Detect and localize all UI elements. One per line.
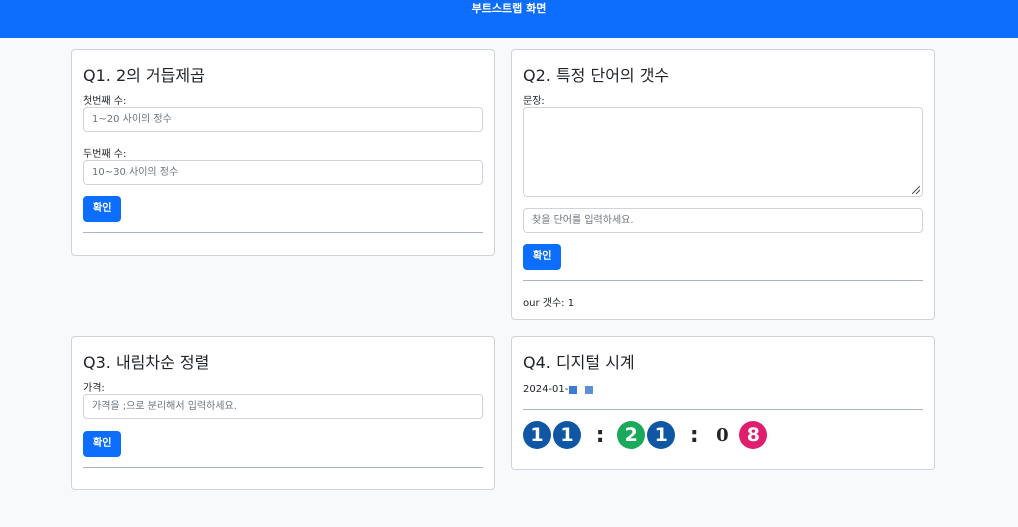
q2-divider bbox=[523, 280, 923, 281]
digital-clock: 11 : 21 : 08 bbox=[523, 421, 769, 449]
clock-minute-tens: 2 bbox=[617, 421, 646, 449]
q1-card: Q1. 2의 거듭제곱 첫번째 수: 1~20 사이의 정수 두번째 수: 10… bbox=[71, 49, 495, 256]
q1-second-input[interactable]: 10~30 사이의 정수 bbox=[83, 160, 483, 185]
q3-confirm-button[interactable]: 확인 bbox=[83, 431, 122, 457]
q2-result: our 갯수: 1 bbox=[523, 298, 575, 309]
broken-image-icon bbox=[585, 385, 594, 394]
q1-title: Q1. 2의 거듭제곱 bbox=[83, 66, 205, 85]
q3-title: Q3. 내림차순 정렬 bbox=[83, 353, 210, 372]
clock-minute-ones: 1 bbox=[647, 421, 676, 449]
header-title: 부트스트랩 화면 bbox=[471, 2, 547, 15]
clock-second-tens: 0 bbox=[716, 424, 729, 446]
clock-hour-ones: 1 bbox=[553, 421, 581, 449]
clock-second-ones: 8 bbox=[739, 421, 768, 449]
q2-title: Q2. 특정 단어의 갯수 bbox=[523, 66, 670, 85]
q3-card: Q3. 내림차순 정렬 가격: 가격을 ;으로 분리해서 입력하세요. 확인 bbox=[71, 336, 495, 490]
clock-hour-tens: 1 bbox=[523, 421, 551, 449]
q4-card: Q4. 디지털 시계 2024-01- 11 : 21 : 08 bbox=[511, 336, 935, 470]
q4-title: Q4. 디지털 시계 bbox=[523, 353, 635, 372]
header-bar: 부트스트랩 화면 bbox=[0, 0, 1018, 38]
q4-date: 2024-01- bbox=[523, 384, 569, 395]
clock-separator: : bbox=[689, 422, 699, 448]
q1-first-label: 첫번째 수: bbox=[83, 96, 127, 107]
q3-divider bbox=[83, 467, 483, 468]
resize-handle-icon[interactable] bbox=[912, 186, 920, 194]
q2-confirm-button[interactable]: 확인 bbox=[523, 244, 562, 270]
q2-sentence-textarea[interactable] bbox=[523, 107, 923, 197]
q3-price-label: 가격: bbox=[83, 383, 105, 394]
clock-separator: : bbox=[595, 422, 605, 448]
broken-image-icon bbox=[569, 385, 578, 394]
q4-date-row: 2024-01- bbox=[523, 384, 594, 395]
q1-second-label: 두번째 수: bbox=[83, 149, 127, 160]
q2-sentence-label: 문장: bbox=[523, 96, 545, 107]
q2-word-input[interactable]: 찾을 단어를 입력하세요. bbox=[523, 208, 923, 233]
q1-divider bbox=[83, 232, 483, 233]
q1-confirm-button[interactable]: 확인 bbox=[83, 196, 122, 222]
q3-price-input[interactable]: 가격을 ;으로 분리해서 입력하세요. bbox=[83, 394, 483, 419]
q2-card: Q2. 특정 단어의 갯수 문장: 찾을 단어를 입력하세요. 확인 our 갯… bbox=[511, 49, 935, 320]
q4-divider bbox=[523, 409, 923, 410]
q1-first-input[interactable]: 1~20 사이의 정수 bbox=[83, 107, 483, 132]
